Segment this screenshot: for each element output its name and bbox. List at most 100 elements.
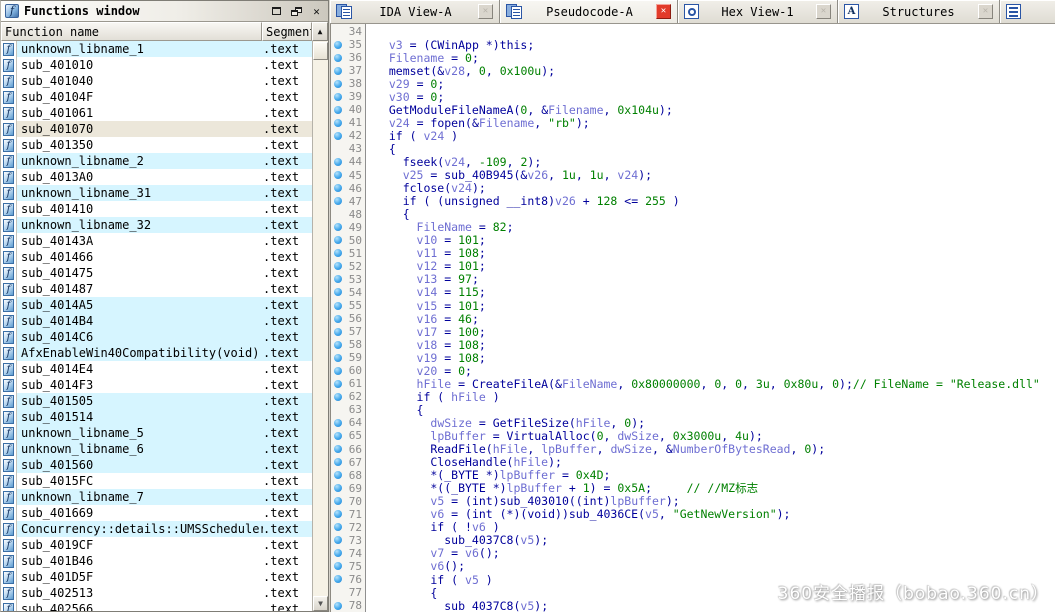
function-row[interactable]: funknown_libname_1.text [1, 41, 312, 57]
code-text: v13 = 97; [362, 272, 479, 286]
function-row[interactable]: fsub_4014B4.text [1, 313, 312, 329]
function-row[interactable]: fsub_401070.text [1, 121, 312, 137]
function-row[interactable]: funknown_libname_32.text [1, 217, 312, 233]
function-segment: .text [263, 426, 308, 440]
function-name: sub_402513 [17, 586, 263, 600]
function-name: sub_401466 [17, 250, 263, 264]
function-row[interactable]: fsub_401669.text [1, 505, 312, 521]
maximize-button[interactable] [269, 4, 284, 18]
code-text: v25 = sub_40B945(&v26, 1u, 1u, v24); [362, 168, 652, 182]
vertical-scrollbar[interactable]: ▼ [312, 41, 328, 611]
code-text: { [362, 586, 437, 600]
doc-front-page [511, 6, 522, 19]
line-number: 73 [345, 534, 362, 547]
function-row[interactable]: fAfxEnableWin40Compatibility(void).text [1, 345, 312, 361]
function-row[interactable]: fsub_402513.text [1, 585, 312, 601]
scroll-up-arrow-icon[interactable]: ▲ [312, 22, 328, 41]
tab-close-icon[interactable]: ✕ [978, 4, 993, 19]
code-text: lpBuffer = VirtualAlloc(0, dwSize, 0x300… [362, 429, 763, 443]
code-text: v29 = 0; [362, 77, 444, 91]
line-number: 69 [345, 482, 362, 495]
address-dot-cell [331, 80, 345, 88]
function-row[interactable]: fsub_401410.text [1, 201, 312, 217]
function-row[interactable]: fsub_4015FC.text [1, 473, 312, 489]
function-icon: f [3, 603, 14, 612]
tab-hex-view-1[interactable]: Hex View-1✕ [678, 0, 838, 23]
function-icon-cell: f [1, 217, 17, 233]
function-row[interactable]: fsub_4019CF.text [1, 537, 312, 553]
view-tab-bar: IDA View-A✕Pseudocode-A✕Hex View-1✕AStru… [330, 0, 1055, 24]
function-segment: .text [263, 122, 308, 136]
function-row[interactable]: funknown_libname_2.text [1, 153, 312, 169]
function-row[interactable]: fsub_401466.text [1, 249, 312, 265]
code-line: 57 v17 = 100; [331, 325, 1055, 338]
function-icon: f [3, 363, 14, 376]
function-row[interactable]: fsub_401350.text [1, 137, 312, 153]
function-row[interactable]: funknown_libname_5.text [1, 425, 312, 441]
function-row[interactable]: fsub_401560.text [1, 457, 312, 473]
function-row[interactable]: fsub_40104F.text [1, 89, 312, 105]
close-button[interactable]: ✕ [309, 4, 324, 18]
function-row[interactable]: fsub_4014F3.text [1, 377, 312, 393]
code-line: 43 { [331, 142, 1055, 155]
line-number: 65 [345, 429, 362, 442]
function-row[interactable]: fsub_40143A.text [1, 233, 312, 249]
function-row[interactable]: fsub_4014C6.text [1, 329, 312, 345]
function-segment: .text [263, 346, 308, 360]
function-row[interactable]: fsub_401040.text [1, 73, 312, 89]
function-row[interactable]: fConcurrency::details::UMSSchedulerProx·… [1, 521, 312, 537]
address-dot-icon [334, 54, 342, 62]
function-name: sub_401061 [17, 106, 263, 120]
function-name: sub_4019CF [17, 538, 263, 552]
pseudocode-pane[interactable]: 3435 v3 = (CWinApp *)this;36 Filename = … [330, 24, 1055, 612]
function-row[interactable]: fsub_401505.text [1, 393, 312, 409]
function-icon: f [3, 219, 14, 232]
address-dot-cell [331, 262, 345, 270]
line-number: 53 [345, 273, 362, 286]
function-segment: .text [263, 74, 308, 88]
function-icon-cell: f [1, 89, 17, 105]
column-header-function-name[interactable]: Function name [1, 22, 262, 41]
tab-close-icon[interactable]: ✕ [816, 4, 831, 19]
function-row[interactable]: fsub_4014A5.text [1, 297, 312, 313]
function-row[interactable]: funknown_libname_6.text [1, 441, 312, 457]
address-dot-icon [334, 510, 342, 518]
line-number: 60 [345, 364, 362, 377]
tab-structures[interactable]: AStructures✕ [838, 0, 1000, 23]
function-row[interactable]: fsub_401B46.text [1, 553, 312, 569]
address-dot-icon [334, 602, 342, 610]
function-segment: .text [263, 410, 308, 424]
function-row[interactable]: fsub_401D5F.text [1, 569, 312, 585]
tab-ida-view-a[interactable]: IDA View-A✕ [330, 0, 500, 23]
function-row[interactable]: fsub_401010.text [1, 57, 312, 73]
function-row[interactable]: funknown_libname_31.text [1, 185, 312, 201]
scroll-down-arrow-icon[interactable]: ▼ [313, 596, 328, 611]
function-icon-cell: f [1, 601, 17, 611]
column-header-segment[interactable]: Segment [262, 22, 312, 41]
function-segment: .text [263, 602, 308, 611]
address-dot-icon [334, 445, 342, 453]
function-row[interactable]: fsub_401514.text [1, 409, 312, 425]
address-dot-cell [331, 41, 345, 49]
code-line: 49 FileName = 82; [331, 221, 1055, 234]
function-row[interactable]: funknown_libname_7.text [1, 489, 312, 505]
address-dot-icon [334, 458, 342, 466]
function-row[interactable]: fsub_4013A0.text [1, 169, 312, 185]
tab-pseudocode-a[interactable]: Pseudocode-A✕ [500, 0, 678, 23]
functions-window-titlebar[interactable]: f Functions window ✕ [1, 1, 328, 22]
code-line: 53 v13 = 97; [331, 273, 1055, 286]
function-row[interactable]: fsub_401061.text [1, 105, 312, 121]
function-row[interactable]: fsub_401487.text [1, 281, 312, 297]
address-dot-cell [331, 432, 345, 440]
line-number: 35 [345, 38, 362, 51]
scrollbar-thumb[interactable] [313, 42, 328, 60]
function-row[interactable]: fsub_402566.text [1, 601, 312, 611]
tab-enums-partial[interactable] [1000, 0, 1055, 23]
function-row[interactable]: fsub_401475.text [1, 265, 312, 281]
document-view-icon [336, 4, 353, 20]
function-row[interactable]: fsub_4014E4.text [1, 361, 312, 377]
address-dot-cell [331, 119, 345, 127]
restore-button[interactable] [289, 4, 304, 18]
tab-close-icon[interactable]: ✕ [656, 4, 671, 19]
tab-close-icon[interactable]: ✕ [478, 4, 493, 19]
